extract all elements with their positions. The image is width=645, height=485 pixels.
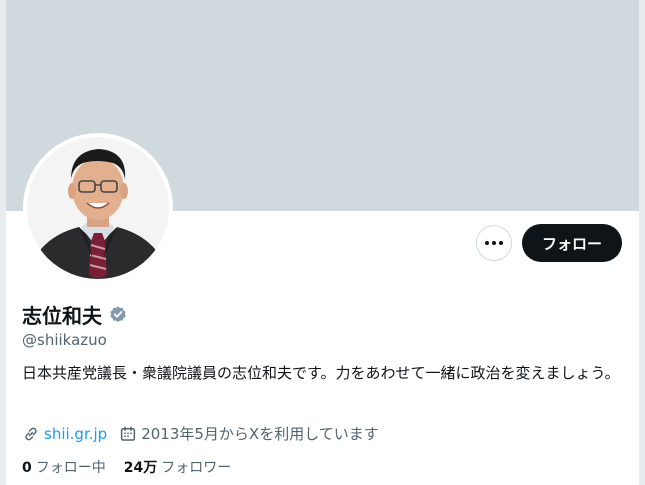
more-dots-icon — [485, 241, 489, 245]
avatar-container[interactable] — [23, 133, 173, 283]
following-label: フォロー中 — [35, 460, 106, 476]
followers-count: 24万 — [123, 460, 158, 476]
profile-stats: 0 フォロー中 24万 フォロワー — [22, 457, 249, 477]
followers-link[interactable]: 24万 フォロワー — [124, 457, 231, 477]
profile-name-row: 志位和夫 — [22, 300, 128, 329]
followers-label: フォロワー — [161, 460, 232, 476]
profile-meta: shii.gr.jp 2013年5月からXを利用しています — [22, 423, 391, 444]
link-icon — [25, 427, 37, 440]
following-link[interactable]: 0 フォロー中 — [22, 457, 106, 477]
verified-badge-icon[interactable] — [108, 305, 128, 325]
joined-item: 2013年5月からXを利用しています — [119, 423, 379, 444]
following-count: 0 — [22, 460, 32, 476]
joined-date: 2013年5月からXを利用しています — [141, 425, 379, 443]
profile-handle: @shiikazuo — [22, 331, 107, 349]
calendar-icon — [121, 426, 136, 441]
profile-bio: 日本共産党議長・衆議院議員の志位和夫です。力をあわせて一緒に政治を変えましょう。 — [22, 364, 620, 382]
avatar[interactable] — [27, 137, 169, 279]
website-link[interactable]: shii.gr.jp — [44, 425, 107, 443]
more-options-button[interactable] — [476, 225, 512, 261]
profile-name: 志位和夫 — [22, 304, 102, 328]
follow-button[interactable]: フォロー — [522, 224, 622, 262]
profile-page: フォロー 志位和夫 @shiikazuo 日本共産党議長・衆議院議員の志位和夫で… — [6, 0, 639, 485]
website-item: shii.gr.jp — [22, 425, 107, 443]
